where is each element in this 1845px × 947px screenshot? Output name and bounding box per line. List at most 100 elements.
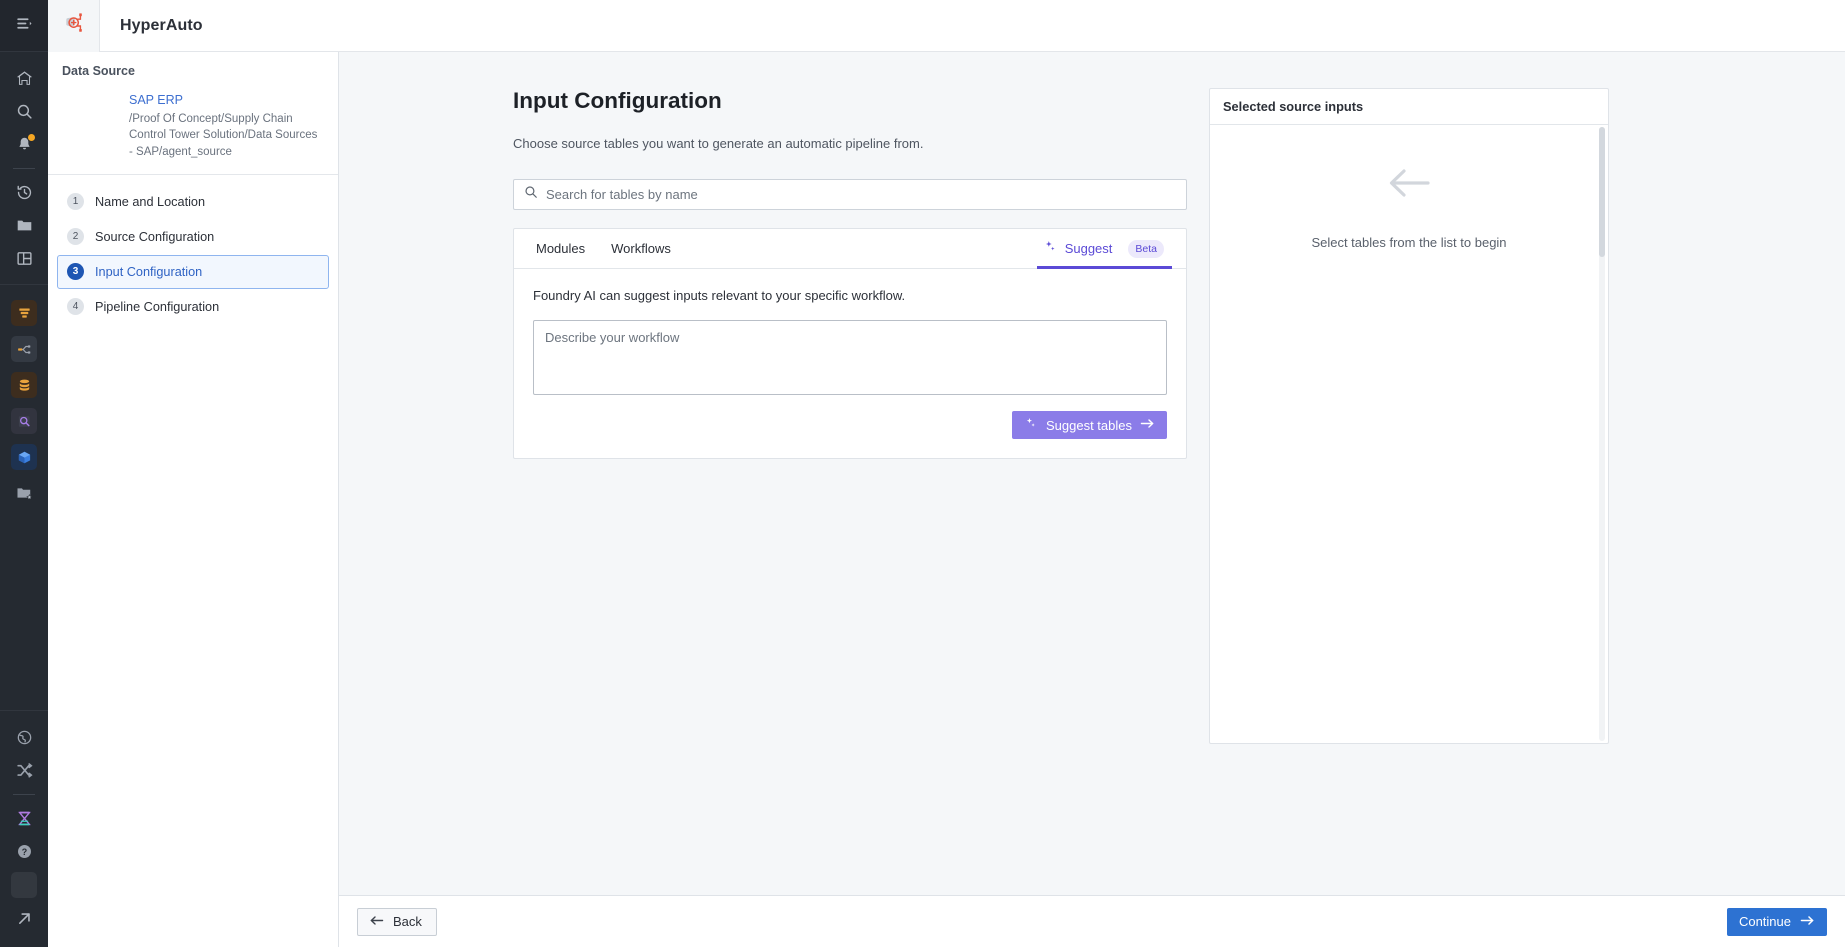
main-region: HyperAuto Data Source SAP ERP /Proof Of … bbox=[48, 0, 1845, 947]
tabs-right-group: Suggest Beta bbox=[1036, 229, 1173, 269]
folder-star-icon bbox=[16, 485, 33, 502]
left-icon-rail: ? bbox=[0, 0, 48, 947]
suggest-tables-button[interactable]: Suggest tables bbox=[1011, 411, 1167, 439]
search-icon bbox=[16, 103, 33, 120]
sidebar-item-open-external[interactable] bbox=[0, 902, 48, 935]
wizard-step-list: 1 Name and Location 2 Source Configurati… bbox=[48, 175, 338, 325]
sidebar-item-globe[interactable] bbox=[0, 721, 48, 754]
history-clock-icon bbox=[16, 184, 33, 201]
back-button[interactable]: Back bbox=[357, 907, 437, 936]
content-columns: Input Configuration Choose source tables… bbox=[339, 88, 1845, 744]
data-source-block: Data Source SAP ERP /Proof Of Concept/Su… bbox=[48, 52, 338, 175]
top-header-bar: HyperAuto bbox=[48, 0, 1845, 52]
sidebar-item-notifications[interactable] bbox=[0, 128, 48, 161]
sidebar-item-shuffle[interactable] bbox=[0, 754, 48, 787]
selected-source-inputs-panel: Selected source inputs Select tables fro… bbox=[1209, 88, 1609, 744]
panel-scrollbar-thumb[interactable] bbox=[1599, 127, 1605, 257]
wizard-sidebar: Data Source SAP ERP /Proof Of Concept/Su… bbox=[48, 52, 339, 947]
folder-icon bbox=[16, 217, 33, 234]
sidebar-item-help[interactable]: ? bbox=[0, 835, 48, 868]
arrow-left-icon bbox=[1386, 163, 1432, 208]
step-number: 2 bbox=[67, 228, 84, 246]
suggest-tables-label: Suggest tables bbox=[1045, 417, 1132, 433]
suggest-actions: Suggest tables bbox=[533, 411, 1167, 439]
cube-icon bbox=[11, 444, 37, 470]
selected-source-inputs-title: Selected source inputs bbox=[1210, 89, 1608, 125]
search-placeholder: Search for tables by name bbox=[546, 187, 698, 202]
sidebar-item-workspaces[interactable] bbox=[0, 242, 48, 275]
wizard-footer: Back Continue bbox=[339, 895, 1845, 947]
data-source-detail: SAP ERP /Proof Of Concept/Supply Chain C… bbox=[62, 92, 324, 160]
step-label: Input Configuration bbox=[95, 264, 203, 279]
hyperauto-logo-icon bbox=[61, 10, 87, 41]
tab-workflows[interactable]: Workflows bbox=[603, 229, 679, 268]
continue-button[interactable]: Continue bbox=[1726, 907, 1827, 936]
panel-collapse-icon bbox=[16, 15, 33, 37]
tables-panel: Modules Workflows Suggest Beta Foundry A… bbox=[513, 228, 1187, 459]
sidebar-item-search[interactable] bbox=[0, 95, 48, 128]
sidebar-item-files[interactable] bbox=[0, 209, 48, 242]
wizard-step-source-configuration[interactable]: 2 Source Configuration bbox=[57, 220, 329, 254]
panel-tab-bar: Modules Workflows Suggest Beta bbox=[514, 229, 1186, 269]
beta-badge: Beta bbox=[1128, 239, 1164, 258]
step-number: 1 bbox=[67, 193, 84, 211]
step-number: 4 bbox=[67, 298, 84, 316]
suggest-description: Foundry AI can suggest inputs relevant t… bbox=[533, 288, 906, 303]
sparkle-icon bbox=[1043, 240, 1058, 258]
suggest-panel-body: Foundry AI can suggest inputs relevant t… bbox=[514, 269, 1186, 458]
sidebar-item-datasets[interactable] bbox=[0, 367, 48, 403]
sidebar-item-contour[interactable] bbox=[0, 403, 48, 439]
sidebar-item-transforms[interactable] bbox=[0, 331, 48, 367]
sidebar-item-account[interactable] bbox=[0, 868, 48, 902]
sidebar-collapse-button[interactable] bbox=[0, 0, 48, 52]
left-column: Input Configuration Choose source tables… bbox=[513, 88, 1187, 744]
tab-suggest-label: Suggest bbox=[1064, 241, 1113, 256]
home-icon bbox=[16, 70, 33, 87]
page-title: Input Configuration bbox=[513, 88, 722, 113]
data-source-name-link[interactable]: SAP ERP bbox=[129, 92, 324, 109]
step-label: Source Configuration bbox=[95, 229, 215, 244]
data-funnel-icon bbox=[11, 300, 37, 326]
data-source-path: /Proof Of Concept/Supply Chain Control T… bbox=[129, 112, 318, 158]
arrow-right-icon bbox=[1140, 417, 1155, 433]
rail-utility-group: ? bbox=[0, 711, 48, 947]
workflow-textarea-placeholder: Describe your workflow bbox=[545, 330, 680, 345]
wizard-step-pipeline-configuration[interactable]: 4 Pipeline Configuration bbox=[57, 290, 329, 324]
sparkle-icon bbox=[1024, 417, 1038, 434]
sidebar-item-pipeline-builder[interactable] bbox=[0, 295, 48, 331]
wizard-step-name-and-location[interactable]: 1 Name and Location bbox=[57, 185, 329, 219]
step-label: Pipeline Configuration bbox=[95, 299, 220, 314]
sidebar-item-favorites[interactable] bbox=[0, 475, 48, 511]
data-source-label: Data Source bbox=[62, 64, 135, 78]
tabs-left-group: Modules Workflows bbox=[528, 229, 679, 268]
step-number: 3 bbox=[67, 263, 84, 281]
sidebar-item-home[interactable] bbox=[0, 62, 48, 95]
rail-divider-2 bbox=[13, 794, 35, 795]
wizard-step-input-configuration[interactable]: 3 Input Configuration bbox=[57, 254, 329, 289]
selected-source-inputs-body: Select tables from the list to begin bbox=[1210, 125, 1608, 743]
rail-apps-group bbox=[0, 285, 48, 511]
contour-search-icon bbox=[11, 408, 37, 434]
tab-modules[interactable]: Modules bbox=[528, 229, 593, 268]
user-avatar-icon bbox=[11, 872, 37, 898]
page-subtitle: Choose source tables you want to generat… bbox=[513, 136, 924, 151]
arrow-left-icon bbox=[369, 914, 384, 930]
external-link-arrow-icon bbox=[16, 910, 33, 927]
app-logo-button[interactable] bbox=[48, 0, 100, 52]
rail-primary-group bbox=[0, 52, 48, 275]
rail-divider bbox=[13, 168, 35, 169]
hourglass-icon bbox=[16, 810, 33, 827]
sidebar-item-ontology[interactable] bbox=[0, 439, 48, 475]
right-column: Selected source inputs Select tables fro… bbox=[1209, 88, 1609, 744]
database-icon bbox=[11, 372, 37, 398]
application-window: ? HyperAuto Data Source SAP ERP /Proof O… bbox=[0, 0, 1845, 947]
globe-icon bbox=[16, 729, 33, 746]
sidebar-item-jobs[interactable] bbox=[0, 802, 48, 835]
shuffle-icon bbox=[16, 762, 33, 779]
app-title: HyperAuto bbox=[120, 16, 203, 34]
workflow-description-textarea[interactable]: Describe your workflow bbox=[533, 320, 1167, 395]
sidebar-item-history[interactable] bbox=[0, 176, 48, 209]
search-input[interactable]: Search for tables by name bbox=[513, 179, 1187, 210]
main-scroll-area: Input Configuration Choose source tables… bbox=[339, 52, 1845, 895]
tab-suggest[interactable]: Suggest Beta bbox=[1036, 229, 1173, 269]
